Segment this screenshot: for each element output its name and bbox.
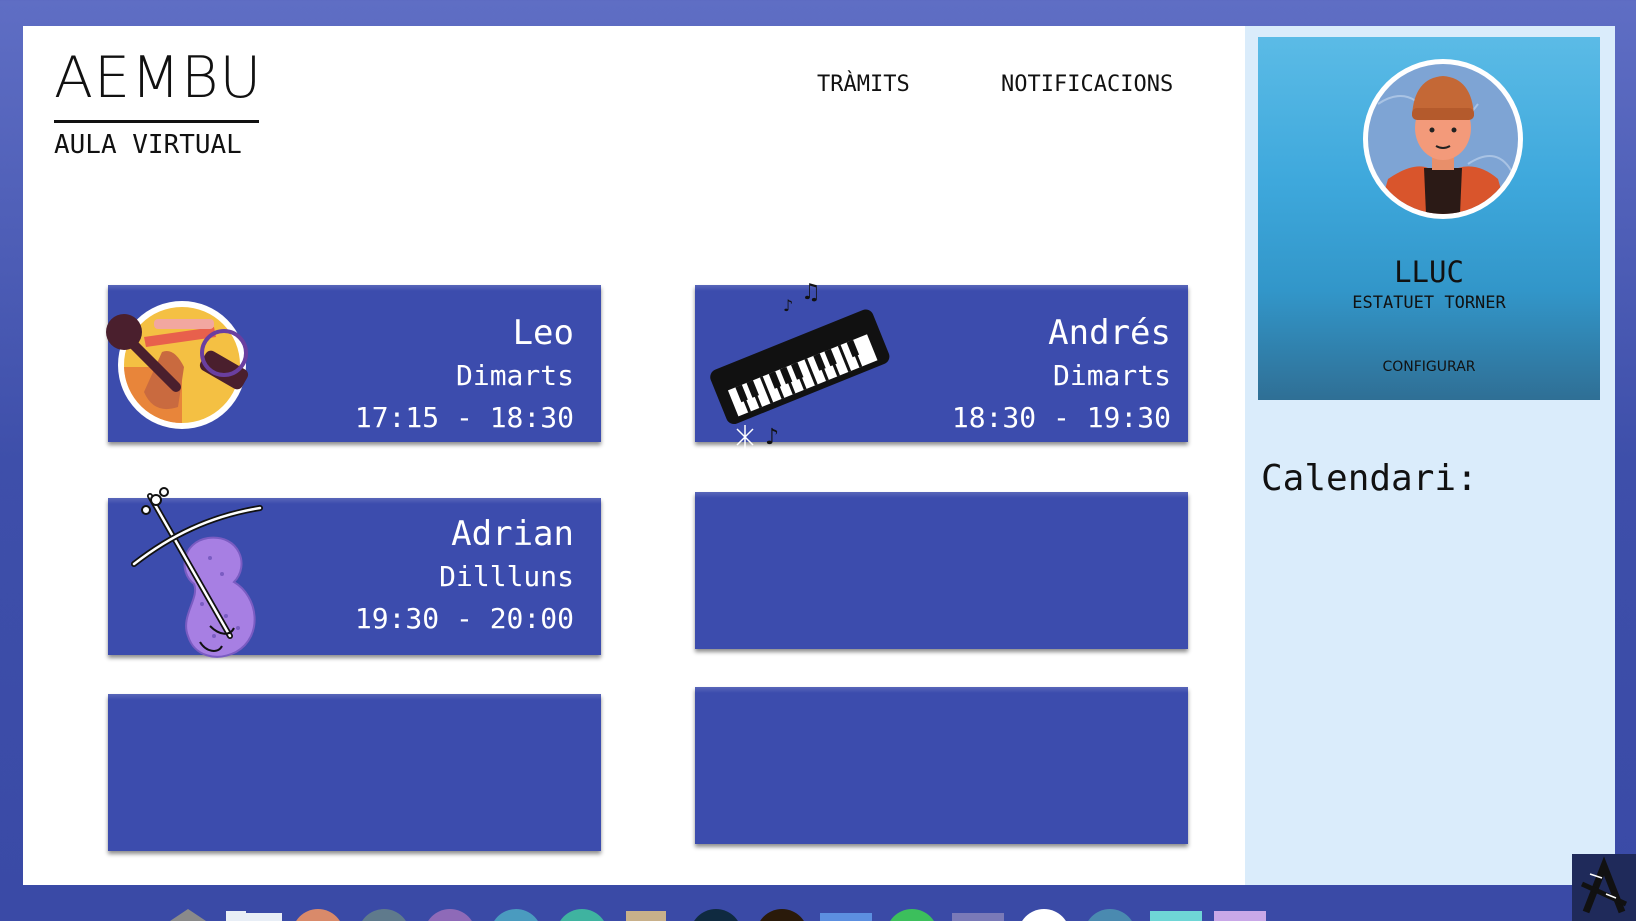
class-card-text: Leo Dimarts 17:15 - 18:30	[355, 311, 574, 439]
class-card-text: Andrés Dimarts 18:30 - 19:30	[952, 311, 1171, 439]
user-avatar-icon	[1368, 64, 1518, 214]
home-icon[interactable]	[166, 909, 210, 921]
class-time: 17:15 - 18:30	[354, 401, 574, 434]
profile-card: LLUC ESTATUET TORNER CONFIGURAR	[1258, 37, 1600, 400]
app-icon[interactable]	[490, 909, 542, 921]
nav-notificacions[interactable]: NOTIFICACIONS	[1001, 72, 1173, 97]
class-card-leo[interactable]: Leo Dimarts 17:15 - 18:30	[106, 285, 601, 442]
class-card-text: Adrian Dillluns 19:30 - 20:00	[355, 512, 574, 640]
app-icon[interactable]	[1018, 909, 1070, 921]
app-icon[interactable]	[556, 909, 608, 921]
app-icon[interactable]	[424, 909, 476, 921]
class-card-andres[interactable]: ♫ ♪ ♪ Andrés Dimarts 18:30 - 19:30	[695, 280, 1188, 450]
corner-logo[interactable]	[1572, 854, 1636, 921]
app-icon[interactable]	[1214, 909, 1266, 921]
class-time: 19:30 - 20:00	[354, 602, 574, 635]
svg-text:♪: ♪	[783, 296, 793, 315]
app-icon[interactable]	[292, 909, 344, 921]
keyboard-piano-icon: ♫ ♪ ♪	[710, 280, 890, 450]
app-icon[interactable]	[1084, 909, 1136, 921]
svg-text:♫: ♫	[801, 280, 821, 305]
class-teacher-name: Andrés	[1048, 313, 1171, 353]
microphone-sunglasses-icon	[106, 301, 249, 429]
calendar-label: Calendari:	[1261, 458, 1478, 499]
app-icon[interactable]	[756, 909, 808, 921]
profile-role: ESTATUET TORNER	[1352, 293, 1506, 313]
app-icon[interactable]	[690, 909, 742, 921]
violin-icon	[131, 487, 263, 658]
class-card-empty[interactable]	[695, 687, 1188, 844]
folder-icon[interactable]	[226, 909, 282, 921]
class-teacher-name: Leo	[512, 313, 574, 353]
configure-link[interactable]: CONFIGURAR	[1258, 359, 1600, 375]
profile-name: LLUC	[1394, 255, 1464, 289]
class-day: Dimarts	[1052, 359, 1171, 392]
app-icon[interactable]	[1150, 909, 1202, 921]
class-time: 18:30 - 19:30	[951, 401, 1171, 434]
class-card-adrian[interactable]: Adrian Dillluns 19:30 - 20:00	[108, 487, 601, 658]
nav-tramits[interactable]: TRÀMITS	[817, 72, 910, 97]
app-icon[interactable]	[952, 909, 1004, 921]
user-avatar[interactable]	[1363, 59, 1523, 219]
app-icon[interactable]	[820, 909, 872, 921]
logo-title: AEMBU	[54, 45, 263, 111]
app-icon[interactable]	[626, 909, 666, 921]
class-card-empty[interactable]	[108, 694, 601, 851]
logo-subtitle: AULA VIRTUAL	[54, 130, 242, 160]
dock	[160, 905, 1270, 921]
class-teacher-name: Adrian	[451, 514, 574, 554]
app-icon[interactable]	[358, 909, 410, 921]
class-card-empty[interactable]	[695, 492, 1188, 649]
app-logo-icon	[1580, 856, 1628, 914]
class-day: Dimarts	[455, 359, 574, 392]
logo-divider	[54, 120, 259, 123]
svg-text:♪: ♪	[765, 425, 779, 450]
class-day: Dillluns	[439, 560, 574, 593]
app-icon[interactable]	[886, 909, 938, 921]
